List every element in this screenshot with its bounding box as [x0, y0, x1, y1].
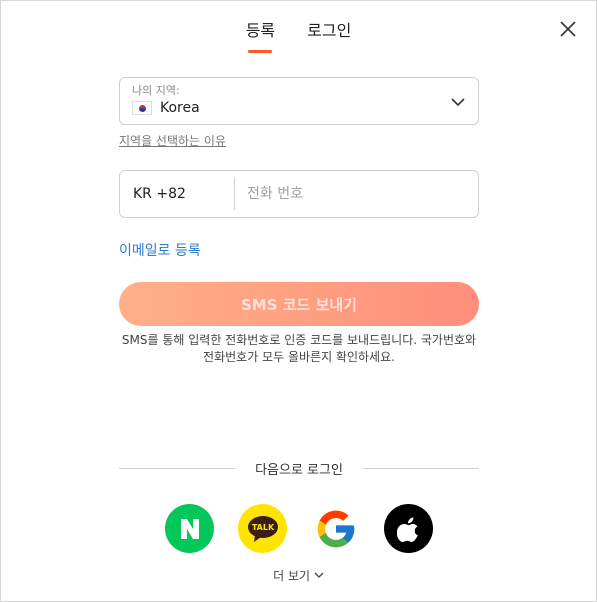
send-sms-code-button[interactable]: SMS 코드 보내기	[119, 282, 479, 326]
apple-login-button[interactable]	[384, 504, 433, 553]
register-with-email-link[interactable]: 이메일로 등록	[119, 240, 201, 260]
google-login-button[interactable]	[311, 504, 360, 553]
kakao-login-button[interactable]: TALK	[238, 504, 287, 553]
social-divider-text: 다음으로 로그인	[255, 463, 343, 478]
register-modal: 등록 로그인 나의 지역: Korea 지역을 선택하는 이유 KR +82 이…	[0, 0, 597, 602]
naver-icon	[180, 518, 199, 539]
kakao-talk-icon: TALK	[247, 515, 278, 542]
close-icon[interactable]	[558, 19, 578, 39]
chevron-down-icon	[451, 98, 465, 107]
tab-register[interactable]: 등록	[246, 17, 275, 51]
chevron-down-icon	[314, 569, 324, 583]
svg-text:TALK: TALK	[251, 523, 274, 532]
auth-tabs: 등록 로그인	[1, 17, 596, 51]
region-why-link[interactable]: 지역을 선택하는 이유	[119, 132, 226, 149]
google-icon	[317, 510, 354, 547]
tab-login[interactable]: 로그인	[307, 17, 351, 51]
more-label: 더 보기	[273, 569, 311, 583]
phone-input[interactable]	[235, 176, 478, 212]
naver-login-button[interactable]	[165, 504, 214, 553]
social-divider: 다음으로 로그인	[119, 459, 480, 478]
more-options[interactable]: 더 보기	[1, 567, 596, 584]
country-code-select[interactable]: KR +82	[120, 178, 235, 210]
sms-notice: SMS를 통해 입력한 전화번호로 인증 코드를 보내드립니다. 국가번호와 전…	[121, 333, 477, 364]
phone-field: KR +82	[119, 170, 479, 218]
region-select[interactable]: 나의 지역: Korea	[119, 77, 479, 125]
social-login-buttons: TALK	[165, 504, 433, 553]
korea-flag-icon	[132, 101, 152, 115]
region-value: Korea	[160, 100, 200, 116]
apple-icon	[396, 516, 418, 542]
region-label: 나의 지역:	[132, 84, 180, 97]
